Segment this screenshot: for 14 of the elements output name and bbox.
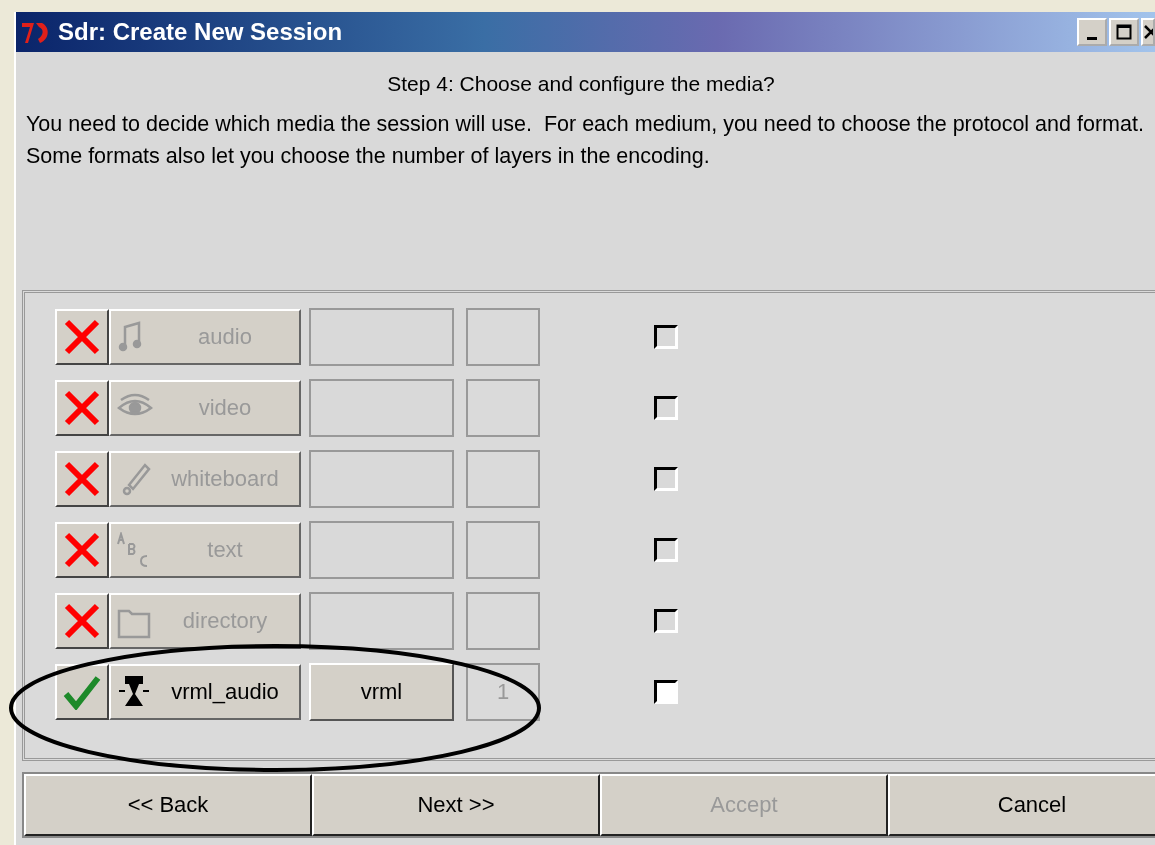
step-title: Step 4: Choose and configure the media? — [386, 72, 776, 96]
instructions-text: You need to decide which media the session will use. For each medium, you need to choose the protocol and format. Some formats also let you choose the number of layers in the encoding. — [26, 111, 1145, 170]
layers-field: 1 — [466, 662, 540, 721]
window-title: Sdr: Create New Session — [58, 18, 343, 46]
medium-button[interactable]: directory — [109, 592, 301, 649]
wizard-button[interactable]: Cancel — [888, 774, 1155, 836]
protocol-button[interactable]: vrml — [309, 662, 454, 721]
medium-button[interactable]: whiteboard — [109, 450, 301, 507]
medium-button[interactable]: video — [109, 379, 301, 436]
medium-button[interactable]: text — [109, 521, 301, 578]
medium-button[interactable]: audio — [109, 308, 301, 365]
wizard-button[interactable]: Next >> — [312, 774, 600, 836]
wizard-button[interactable]: << Back — [24, 774, 312, 836]
medium-button[interactable]: vrml_audio — [109, 663, 301, 720]
